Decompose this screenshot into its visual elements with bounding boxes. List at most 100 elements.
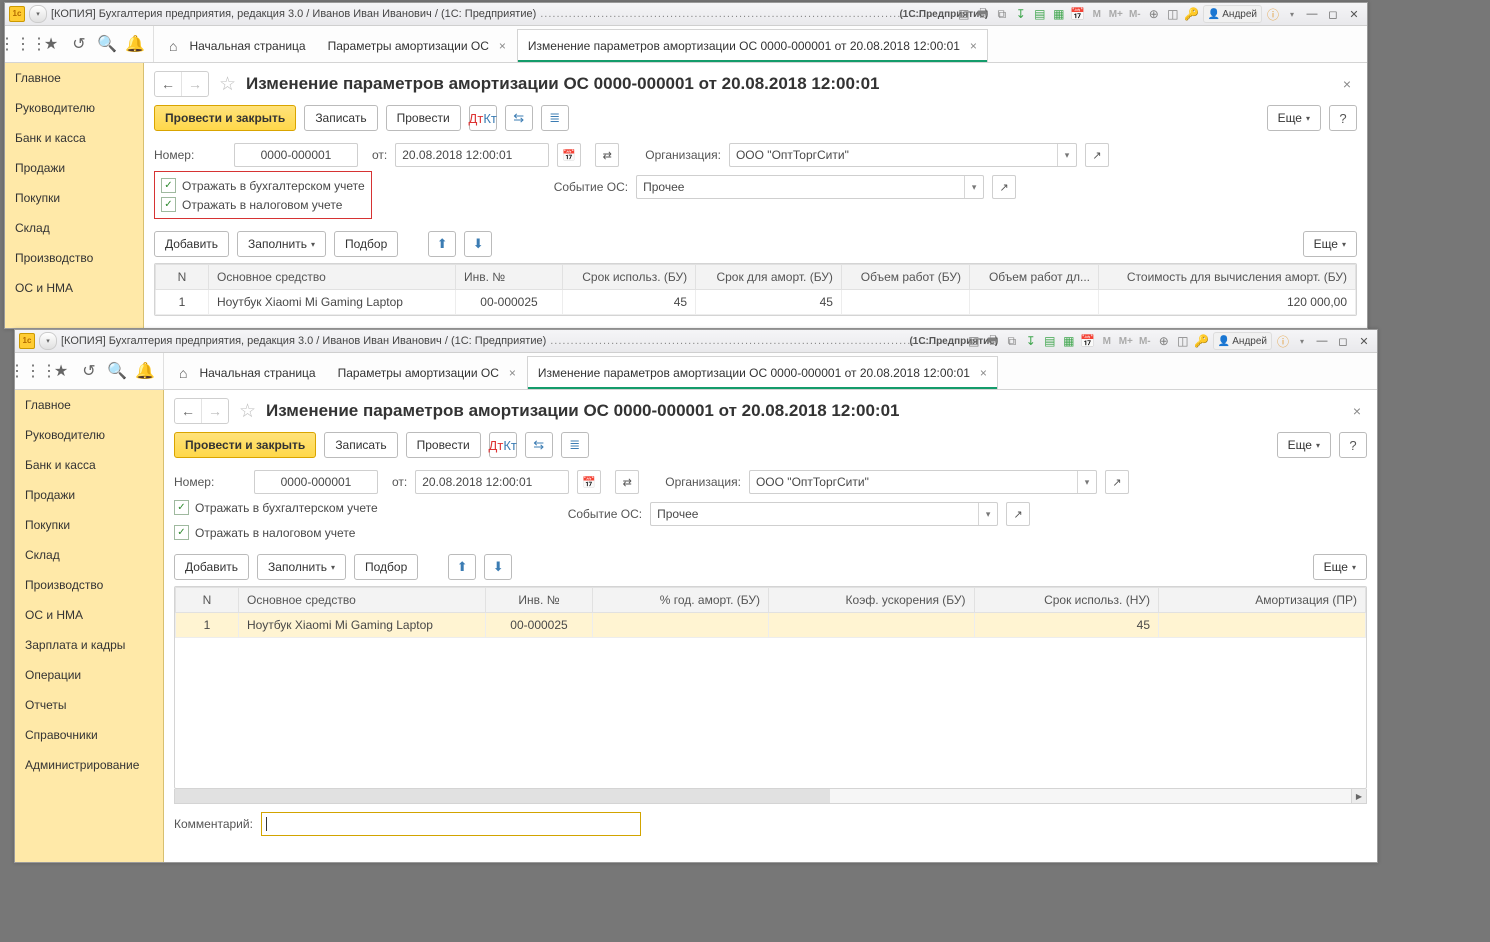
print-icon[interactable]: 🖶 [975,6,991,22]
select-button[interactable]: Подбор [334,231,398,257]
calendar-button-icon[interactable]: 📅 [557,143,581,167]
sidebar-item-manager[interactable]: Руководителю [15,420,163,450]
history-icon[interactable]: ↺ [77,359,101,383]
sidebar-item-bank[interactable]: Банк и касса [5,123,143,153]
check-reflect-bu[interactable]: ✓ Отражать в бухгалтерском учете [161,176,365,195]
search-icon[interactable]: 🔍 [105,359,129,383]
nav-back-icon[interactable]: ← [155,72,182,96]
tab-home[interactable]: ⌂ Начальная страница [168,356,327,389]
info-drop-icon[interactable]: ▾ [1284,6,1300,22]
panels-icon[interactable]: ◫ [1165,6,1181,22]
th-term-amort[interactable]: Срок для аморт. (БУ) [696,265,842,290]
down-icon[interactable]: ↧ [1013,6,1029,22]
sidebar-item-stock[interactable]: Склад [15,540,163,570]
copy-icon[interactable]: ⧉ [994,6,1010,22]
sidebar-item-purchases[interactable]: Покупки [15,510,163,540]
post-and-close-button[interactable]: Провести и закрыть [174,432,316,458]
sidebar-item-os-nma[interactable]: ОС и НМА [15,600,163,630]
more-button[interactable]: Еще▾ [1267,105,1321,131]
m-minus-icon[interactable]: M- [1127,6,1143,22]
zoom-icon[interactable]: ⊕ [1156,333,1172,349]
post-button[interactable]: Провести [386,105,461,131]
tab-close-icon[interactable]: × [980,366,987,380]
help-button[interactable]: ? [1339,432,1367,458]
page-close-icon[interactable]: × [1347,403,1367,419]
copy-icon[interactable]: ⧉ [1004,333,1020,349]
tab-close-icon[interactable]: × [509,366,516,380]
write-button[interactable]: Записать [304,105,377,131]
open-icon[interactable]: ↗ [1085,143,1109,167]
nav-forward-icon[interactable]: → [182,72,208,96]
bell-icon[interactable]: 🔔 [123,32,147,56]
nav-back-icon[interactable]: ← [175,399,202,423]
open-icon[interactable]: ↗ [992,175,1016,199]
sidebar-item-sales[interactable]: Продажи [5,153,143,183]
sidebar-item-purchases[interactable]: Покупки [5,183,143,213]
info-drop-icon[interactable]: ▾ [1294,333,1310,349]
th-asset[interactable]: Основное средство [239,588,486,613]
tab-home[interactable]: ⌂ Начальная страница [158,29,317,62]
move-up-button[interactable]: ⬆ [448,554,476,580]
m-icon[interactable]: M [1099,333,1115,349]
sidebar-item-reports[interactable]: Отчеты [15,690,163,720]
favorites-star-icon[interactable]: ★ [49,359,73,383]
sidebar-item-admin[interactable]: Администрирование [15,750,163,780]
favorite-star-icon[interactable]: ☆ [239,400,256,423]
dropdown-icon[interactable]: ▾ [1077,471,1096,493]
list-icon[interactable]: ≣ [561,432,589,458]
dtkt-icon[interactable]: ДтКт [489,432,517,458]
swap-icon[interactable]: ⇄ [615,470,639,494]
th-amort-pr[interactable]: Амортизация (ПР) [1159,588,1366,613]
tab-params[interactable]: Параметры амортизации ОС × [327,356,527,389]
select-button[interactable]: Подбор [354,554,418,580]
table-row[interactable]: 1 Ноутбук Xiaomi Mi Gaming Laptop 00-000… [176,613,1366,638]
sidebar-item-operations[interactable]: Операции [15,660,163,690]
sidebar-item-payroll[interactable]: Зарплата и кадры [15,630,163,660]
fill-button[interactable]: Заполнить▾ [237,231,326,257]
table-row[interactable]: 1 Ноутбук Xiaomi Mi Gaming Laptop 00-000… [156,290,1356,315]
close-button[interactable]: ✕ [1355,333,1373,349]
open-icon[interactable]: ↗ [1006,502,1030,526]
org-input[interactable]: ООО "ОптТоргСити" ▾ [749,470,1097,494]
key-icon[interactable]: 🔑 [1194,333,1210,349]
tab-params[interactable]: Параметры амортизации ОС × [317,29,517,62]
titlebar-dropdown-icon[interactable]: ▾ [39,332,57,350]
link-icon[interactable]: ⇆ [525,432,553,458]
tab-close-icon[interactable]: × [970,39,977,53]
number-input[interactable]: 0000-000001 [234,143,358,167]
minimize-button[interactable]: — [1313,333,1331,349]
nav-forward-icon[interactable]: → [202,399,228,423]
sidebar-item-main[interactable]: Главное [5,63,143,93]
favorite-star-icon[interactable]: ☆ [219,73,236,96]
add-button[interactable]: Добавить [174,554,249,580]
grid-icon[interactable]: ▦ [1051,6,1067,22]
number-input[interactable]: 0000-000001 [254,470,378,494]
calendar-icon[interactable]: 📅 [1080,333,1096,349]
date-input[interactable]: 20.08.2018 12:00:01 [415,470,569,494]
search-icon[interactable]: 🔍 [95,32,119,56]
panels-icon[interactable]: ◫ [1175,333,1191,349]
date-input[interactable]: 20.08.2018 12:00:01 [395,143,549,167]
check-reflect-bu[interactable]: ✓ Отражать в бухгалтерском учете [174,498,378,517]
sidebar-item-manager[interactable]: Руководителю [5,93,143,123]
move-up-button[interactable]: ⬆ [428,231,456,257]
move-down-button[interactable]: ⬇ [464,231,492,257]
info-icon[interactable]: ⓘ [1275,333,1291,349]
fill-button[interactable]: Заполнить▾ [257,554,346,580]
th-term-bu[interactable]: Срок использ. (БУ) [563,265,696,290]
help-button[interactable]: ? [1329,105,1357,131]
table-more-button[interactable]: Еще▾ [1313,554,1367,580]
swap-icon[interactable]: ⇄ [595,143,619,167]
th-vol2[interactable]: Объем работ дл... [970,265,1099,290]
th-asset[interactable]: Основное средство [209,265,456,290]
info-icon[interactable]: ⓘ [1265,6,1281,22]
tab-close-icon[interactable]: × [499,39,506,53]
sidebar-item-main[interactable]: Главное [15,390,163,420]
dropdown-icon[interactable]: ▾ [1057,144,1076,166]
maximize-button[interactable]: ◻ [1324,6,1342,22]
th-inv[interactable]: Инв. № [486,588,593,613]
dropdown-icon[interactable]: ▾ [964,176,983,198]
check-reflect-nu[interactable]: ✓ Отражать в налоговом учете [174,523,378,542]
sidebar-item-production[interactable]: Производство [5,243,143,273]
close-button[interactable]: ✕ [1345,6,1363,22]
